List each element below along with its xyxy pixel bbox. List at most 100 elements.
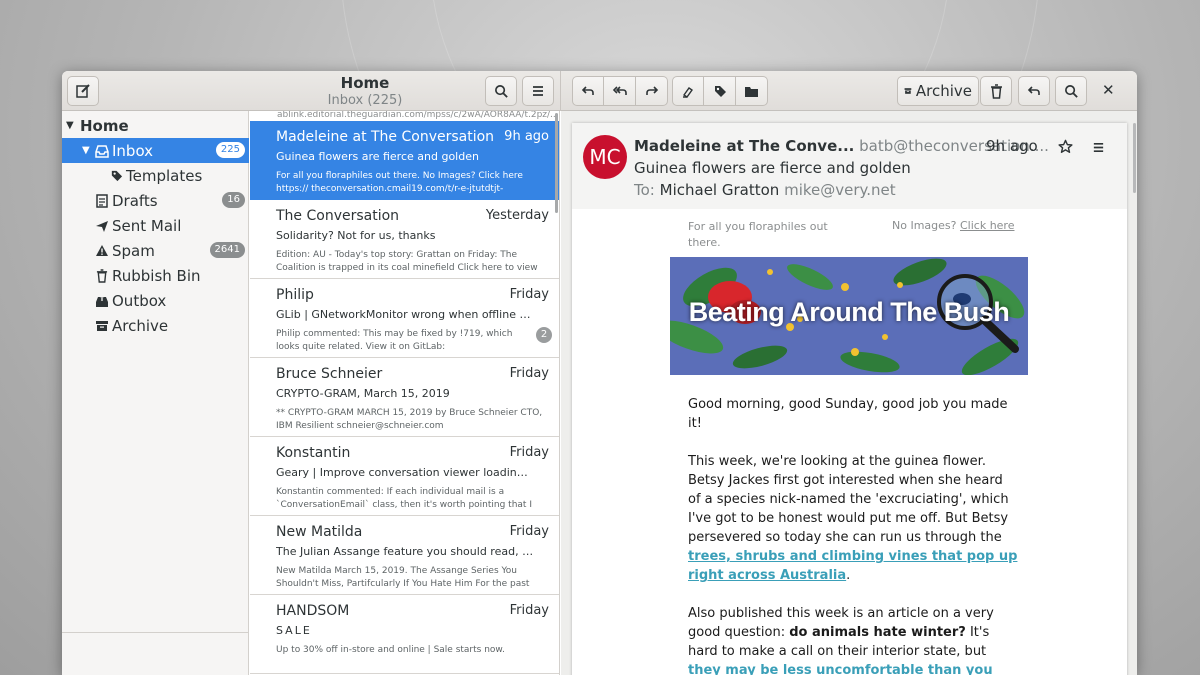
- sidebar-item-label: Archive: [112, 316, 169, 335]
- message-sender: New Matilda: [276, 524, 363, 540]
- message-preview: New Matilda March 15, 2019. The Assange …: [276, 566, 530, 589]
- message-row[interactable]: Madeleine at The Conversation 9h ago Gui…: [250, 121, 559, 200]
- greeting-paragraph: Good morning, good Sunday, good job you …: [688, 397, 1008, 431]
- email-date: 9h ago: [986, 137, 1038, 155]
- sidebar-item-spam[interactable]: Spam 2641: [62, 238, 249, 263]
- sidebar-item-label: Drafts: [112, 191, 158, 210]
- outbox-icon: [94, 293, 110, 308]
- forward-icon: [645, 86, 658, 95]
- compose-icon: [76, 84, 90, 98]
- reply-button-group: [572, 76, 668, 106]
- sidebar-item-templates[interactable]: Templates: [62, 163, 249, 188]
- compose-button[interactable]: [67, 76, 99, 106]
- email-subject: Guinea flowers are fierce and golden: [634, 159, 911, 177]
- no-images-notice: No Images? Click here: [892, 219, 1014, 232]
- find-in-message-button[interactable]: [1055, 76, 1087, 106]
- count-badge: 16: [222, 192, 245, 208]
- archive-button-label: Archive: [915, 82, 972, 100]
- banner-title: Beating Around The Bush: [688, 297, 1010, 327]
- message-sender: Bruce Schneier: [276, 366, 383, 382]
- folder-sidebar: ▼ Home ▼ Inbox 225 Templates Drafts 16 S…: [62, 111, 249, 675]
- search-icon: [1064, 84, 1078, 98]
- sidebar-item-inbox[interactable]: ▼ Inbox 225: [62, 138, 249, 163]
- undo-button[interactable]: [1018, 76, 1050, 106]
- message-row[interactable]: Philip Friday GLib | GNetworkMonitor wro…: [250, 279, 559, 358]
- message-date: Yesterday: [485, 208, 549, 223]
- reply-all-button[interactable]: [604, 76, 636, 106]
- paragraph-text: This week, we're looking at the guinea f…: [688, 454, 1009, 545]
- recipient-address: mike@very.net: [784, 181, 896, 199]
- mark-button-group: [672, 76, 768, 106]
- hamburger-icon: [1093, 142, 1104, 153]
- account-label: Home: [80, 116, 129, 135]
- tag-icon: [714, 86, 726, 97]
- message-subject: Solidarity? Not for us, thanks: [276, 229, 436, 242]
- close-window-button[interactable]: ✕: [1102, 81, 1115, 99]
- archive-icon: [94, 320, 110, 332]
- sidebar-item-outbox[interactable]: Outbox: [62, 288, 249, 313]
- message-preview: ** CRYPTO-GRAM MARCH 15, 2019 by Bruce S…: [276, 408, 543, 431]
- article-link[interactable]: trees, shrubs and climbing vines that po…: [688, 549, 1017, 583]
- message-row[interactable]: New Matilda Friday The Julian Assange fe…: [250, 516, 559, 595]
- message-subject: The Julian Assange feature you should re…: [276, 545, 534, 558]
- sidebar-item-sent-mail[interactable]: Sent Mail: [62, 213, 249, 238]
- message-date: Friday: [509, 366, 549, 381]
- message-row[interactable]: Bruce Schneier Friday CRYPTO-GRAM, March…: [250, 358, 559, 437]
- message-row[interactable]: The Conversation Yesterday Solidarity? N…: [250, 200, 559, 279]
- pane-separator: [560, 71, 561, 111]
- expand-triangle-icon[interactable]: ▼: [66, 120, 78, 131]
- sidebar-item-label: Spam: [112, 241, 155, 260]
- label-message-button[interactable]: [704, 76, 736, 106]
- undo-icon: [1027, 86, 1040, 95]
- body-paragraph: Also published this week is an article o…: [688, 604, 1018, 675]
- expand-triangle-icon[interactable]: ▼: [82, 145, 94, 156]
- avatar: MC: [583, 135, 627, 179]
- message-preview: For all you floraphiles out there. No Im…: [276, 171, 523, 194]
- message-subject: CRYPTO-GRAM, March 15, 2019: [276, 387, 450, 400]
- message-sender: HANDSOM: [276, 603, 350, 619]
- message-date: Friday: [509, 445, 549, 460]
- message-list[interactable]: ablink.editorial.theguardian.com/mpss/c/…: [250, 111, 560, 675]
- reply-button[interactable]: [572, 76, 604, 106]
- search-button[interactable]: [485, 76, 517, 106]
- spam-icon: [94, 244, 110, 257]
- window-title: Home Inbox (225): [250, 74, 480, 109]
- to-label: To:: [634, 181, 655, 199]
- delete-button[interactable]: [980, 76, 1012, 106]
- account-home[interactable]: ▼ Home: [62, 113, 249, 138]
- folder-menu-button[interactable]: [522, 76, 554, 106]
- article-link[interactable]: they may be less uncomfortable than you: [688, 663, 993, 675]
- click-here-link[interactable]: Click here: [960, 219, 1015, 232]
- message-row[interactable]: Konstantin Friday Geary | Improve conver…: [250, 437, 559, 516]
- marker-icon: [683, 87, 693, 98]
- reply-icon: [581, 86, 594, 95]
- message-sender: Konstantin: [276, 445, 351, 461]
- sent-icon: [94, 219, 110, 233]
- sidebar-item-archive[interactable]: Archive: [62, 313, 249, 338]
- message-list-scrollbar[interactable]: [555, 113, 558, 213]
- message-date: 9h ago: [504, 129, 549, 144]
- mail-window: Home Inbox (225) Archive ✕ ▼ Home ▼ Inbo…: [62, 71, 1137, 675]
- reply-all-icon: [612, 86, 627, 95]
- unread-count-badge: 225: [215, 142, 245, 158]
- count-badge: 2641: [209, 242, 245, 258]
- sidebar-item-drafts[interactable]: Drafts 16: [62, 188, 249, 213]
- folder-icon: [745, 86, 758, 97]
- message-row[interactable]: HANDSOM Friday SALE Up to 30% off in-sto…: [250, 595, 559, 674]
- star-button[interactable]: [1058, 139, 1073, 158]
- no-images-label: No Images?: [892, 219, 957, 232]
- move-message-button[interactable]: [736, 76, 768, 106]
- archive-icon: [904, 88, 912, 94]
- recipient-name[interactable]: Michael Gratton: [660, 181, 780, 199]
- mark-message-button[interactable]: [672, 76, 704, 106]
- message-subject: Guinea flowers are fierce and golden: [276, 150, 479, 163]
- message-date: Friday: [509, 603, 549, 618]
- email-menu-button[interactable]: [1092, 139, 1105, 158]
- viewer-scrollbar[interactable]: [1133, 123, 1136, 193]
- thread-count-badge: 2: [536, 327, 552, 343]
- message-subject: SALE: [276, 624, 312, 637]
- archive-button[interactable]: Archive: [897, 76, 979, 106]
- forward-button[interactable]: [636, 76, 668, 106]
- page-title: Home: [340, 74, 390, 92]
- sidebar-item-rubbish-bin[interactable]: Rubbish Bin: [62, 263, 249, 288]
